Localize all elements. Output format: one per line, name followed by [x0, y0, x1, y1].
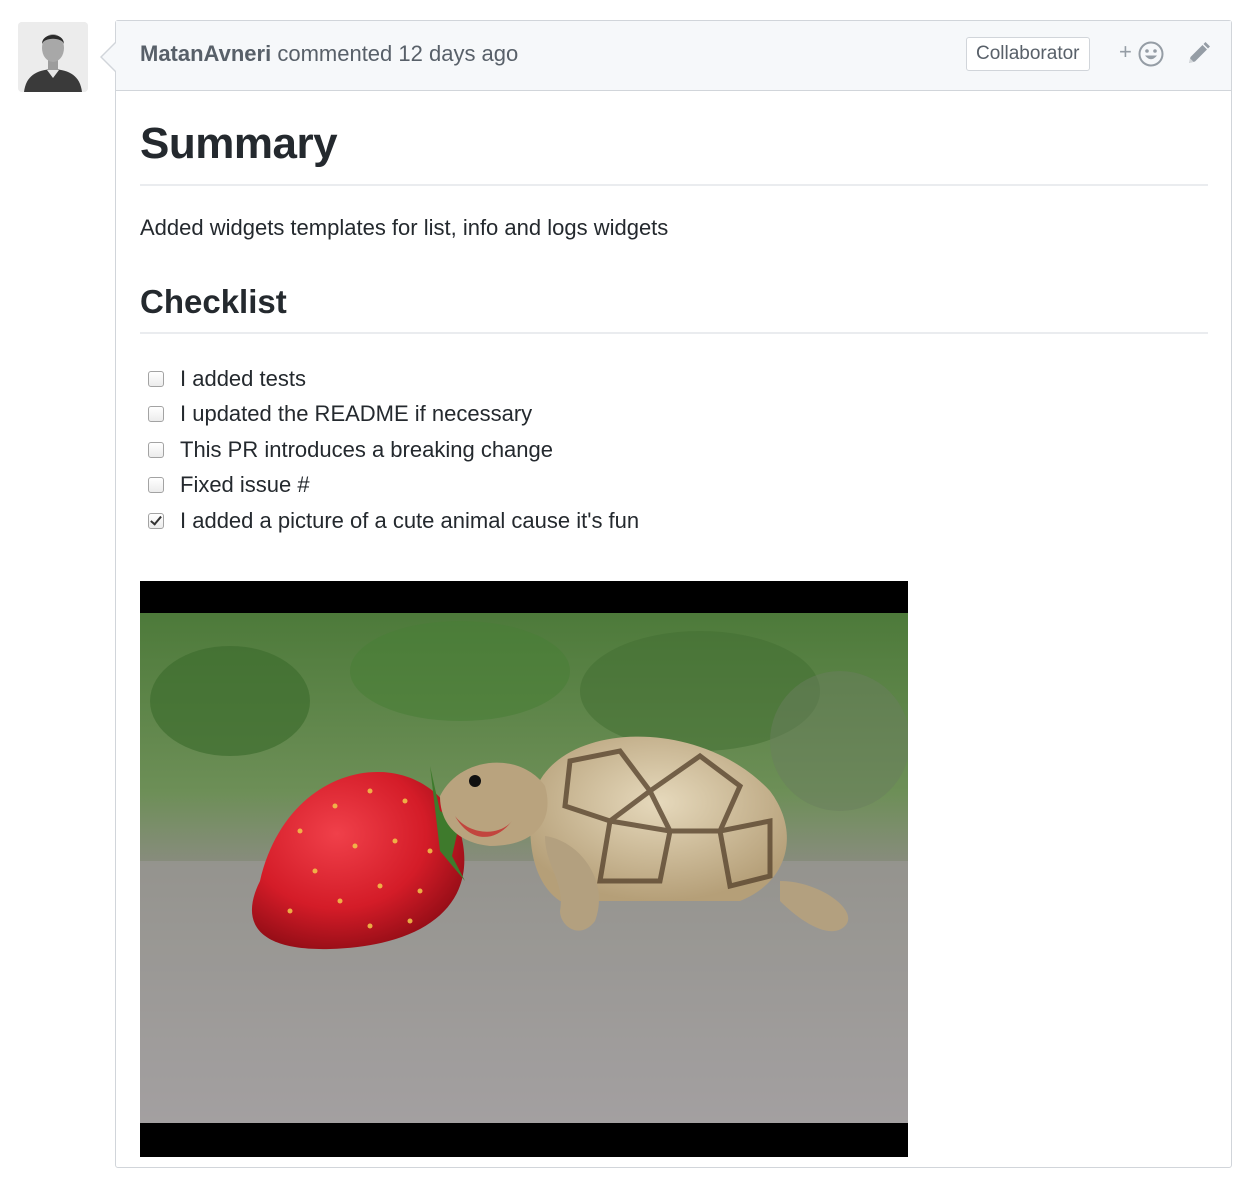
- task-item: I updated the README if necessary: [140, 397, 639, 433]
- reaction-plus: +: [1119, 39, 1132, 64]
- task-item: Fixed issue #: [140, 468, 639, 504]
- summary-heading: Summary: [140, 119, 338, 168]
- task-label: I added a picture of a cute animal cause…: [180, 507, 640, 533]
- task-checkbox[interactable]: [148, 441, 164, 458]
- heading-divider: [140, 184, 1208, 186]
- task-item: This PR introduces a breaking change: [140, 432, 639, 468]
- edit-comment-button[interactable]: [1183, 39, 1213, 69]
- task-label: Fixed issue #: [180, 472, 310, 498]
- tortoise-strawberry-image[interactable]: [140, 581, 908, 1157]
- task-label: I updated the README if necessary: [180, 401, 533, 427]
- timestamp-link[interactable]: 12 days ago: [398, 41, 518, 66]
- avatar[interactable]: [18, 22, 88, 92]
- add-reaction-button[interactable]: +: [1119, 37, 1167, 71]
- pencil-icon: [1189, 42, 1210, 63]
- comment-box: MatanAvneri commented 12 days ago Collab…: [100, 20, 1232, 1168]
- summary-text: Added widgets templates for list, info a…: [140, 215, 669, 240]
- task-item: I added tests: [140, 361, 639, 397]
- comment-header: MatanAvneri commented 12 days ago Collab…: [116, 21, 1231, 91]
- checklist-heading: Checklist: [140, 283, 287, 320]
- comment-meta: MatanAvneri commented 12 days ago: [140, 41, 518, 67]
- task-checkbox-checked[interactable]: [148, 512, 164, 529]
- task-checkbox[interactable]: [148, 477, 164, 494]
- task-label: I added tests: [180, 365, 306, 391]
- task-checkbox[interactable]: [148, 406, 164, 423]
- task-checkbox[interactable]: [148, 370, 164, 387]
- comment-action: commented: [271, 41, 399, 66]
- smiley-icon: [1138, 41, 1164, 67]
- task-item: I added a picture of a cute animal cause…: [140, 503, 639, 539]
- task-list: I added tests I updated the README if ne…: [140, 361, 639, 539]
- task-label: This PR introduces a breaking change: [180, 436, 553, 462]
- author-link[interactable]: MatanAvneri: [140, 41, 271, 66]
- collaborator-badge: Collaborator: [966, 37, 1090, 71]
- avatar-image: [18, 22, 88, 92]
- checklist-divider: [140, 332, 1208, 334]
- image-drawing: [140, 581, 908, 1157]
